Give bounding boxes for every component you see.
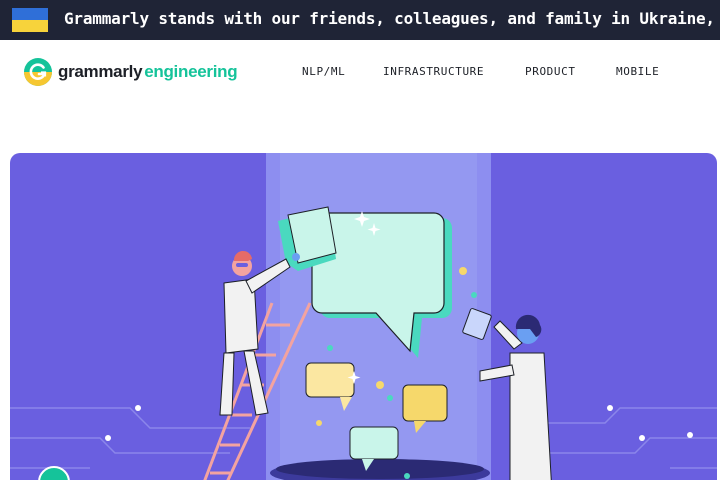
nav-item-infrastructure[interactable]: INFRASTRUCTURE [383, 65, 484, 78]
nav-item-nlp-ml[interactable]: NLP/ML [302, 65, 345, 78]
announcement-banner[interactable]: Grammarly stands with our friends, colle… [0, 0, 720, 40]
hero-illustration [10, 153, 717, 480]
hero-artwork [10, 153, 717, 480]
ukraine-flag-icon [12, 8, 48, 32]
nav-item-product[interactable]: PRODUCT [525, 65, 576, 78]
main-nav: NLP/ML INFRASTRUCTURE PRODUCT MOBILE [0, 65, 720, 79]
banner-text: Grammarly stands with our friends, colle… [64, 9, 720, 28]
nav-item-mobile[interactable]: MOBILE [616, 65, 659, 78]
